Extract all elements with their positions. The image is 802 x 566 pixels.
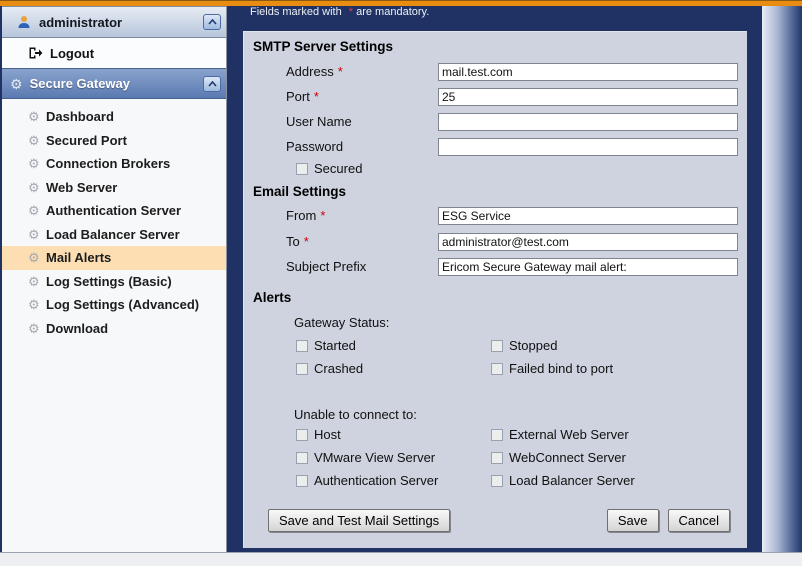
alerts-heading: Alerts xyxy=(253,290,292,305)
sidebar-item-connection-brokers[interactable]: ⚙ Connection Brokers xyxy=(2,152,226,176)
gear-icon: ⚙ xyxy=(28,297,40,313)
gear-icon: ⚙ xyxy=(28,320,40,336)
gear-icon: ⚙ xyxy=(10,75,23,92)
gear-icon: ⚙ xyxy=(28,203,40,219)
chevron-up-icon xyxy=(207,80,217,87)
logout-item[interactable]: Logout xyxy=(2,38,226,68)
app-window: administrator Logout ⚙ Secure Gateway ⚙ … xyxy=(0,0,802,566)
sidebar: administrator Logout ⚙ Secure Gateway ⚙ … xyxy=(2,6,227,552)
checkbox-stopped[interactable] xyxy=(491,339,503,352)
to-input[interactable] xyxy=(438,233,738,251)
save-and-test-button[interactable]: Save and Test Mail Settings xyxy=(268,509,451,532)
sidebar-item-mail-alerts[interactable]: ⚙ Mail Alerts xyxy=(2,246,226,270)
user-icon xyxy=(18,16,30,28)
unable-to-connect-label: Unable to connect to: xyxy=(294,407,417,422)
user-name-label: administrator xyxy=(39,14,123,30)
collapse-user-button[interactable] xyxy=(203,14,221,30)
secured-checkbox[interactable] xyxy=(296,162,308,175)
subject-prefix-label: Subject Prefix xyxy=(286,259,367,274)
checkbox-vmware-view-server[interactable] xyxy=(296,451,308,464)
checkbox-load-balancer-server[interactable] xyxy=(491,474,503,487)
sidebar-item-dashboard[interactable]: ⚙ Dashboard xyxy=(2,105,226,129)
checkbox-failed-bind[interactable] xyxy=(491,362,503,375)
username-input[interactable] xyxy=(438,113,738,131)
checkbox-external-web-server[interactable] xyxy=(491,428,503,441)
required-asterisk: * xyxy=(303,234,309,249)
gear-icon: ⚙ xyxy=(28,250,40,266)
address-input[interactable] xyxy=(438,63,738,81)
save-button[interactable]: Save xyxy=(606,509,659,532)
from-label: From * xyxy=(286,208,326,223)
gear-icon: ⚙ xyxy=(28,132,40,148)
checkbox-webconnect-server[interactable] xyxy=(491,451,503,464)
user-menu-header[interactable]: administrator xyxy=(2,6,226,38)
username-label: User Name xyxy=(286,114,352,129)
smtp-settings-heading: SMTP Server Settings xyxy=(253,39,394,54)
decorative-gradient xyxy=(762,6,802,552)
secure-gateway-header[interactable]: ⚙ Secure Gateway xyxy=(2,68,226,99)
sidebar-item-log-settings-basic[interactable]: ⚙ Log Settings (Basic) xyxy=(2,270,226,294)
secured-label: Secured xyxy=(314,161,363,176)
checkbox-authentication-server[interactable] xyxy=(296,474,308,487)
required-asterisk: * xyxy=(320,208,326,223)
gear-icon: ⚙ xyxy=(28,109,40,125)
gateway-status-label: Gateway Status: xyxy=(294,315,390,330)
password-label: Password xyxy=(286,139,344,154)
gear-icon: ⚙ xyxy=(28,273,40,289)
main-content: Fields marked with * are mandatory. SMTP… xyxy=(228,6,762,552)
logout-icon xyxy=(29,47,43,59)
cancel-button[interactable]: Cancel xyxy=(667,509,730,532)
email-settings-heading: Email Settings xyxy=(253,184,347,199)
required-asterisk: * xyxy=(313,89,319,104)
checkbox-host[interactable] xyxy=(296,428,308,441)
sidebar-item-log-settings-advanced[interactable]: ⚙ Log Settings (Advanced) xyxy=(2,293,226,317)
gear-icon: ⚙ xyxy=(28,226,40,242)
logout-label: Logout xyxy=(50,45,95,61)
group-label: Secure Gateway xyxy=(29,76,131,91)
sidebar-item-download[interactable]: ⚙ Download xyxy=(2,317,226,341)
subject-prefix-input[interactable] xyxy=(438,258,738,276)
sidebar-nav: ⚙ Dashboard ⚙ Secured Port ⚙ Connection Bro… xyxy=(2,99,226,340)
gear-icon: ⚙ xyxy=(28,179,40,195)
address-label: Address * xyxy=(286,64,343,79)
sidebar-item-authentication-server[interactable]: ⚙ Authentication Server xyxy=(2,199,226,223)
sidebar-item-load-balancer-server[interactable]: ⚙ Load Balancer Server xyxy=(2,223,226,247)
sidebar-item-web-server[interactable]: ⚙ Web Server xyxy=(2,176,226,200)
to-label: To * xyxy=(286,234,309,249)
button-row: Save and Test Mail Settings Save Cancel xyxy=(244,509,747,535)
required-asterisk: * xyxy=(337,64,343,79)
footer-bar xyxy=(0,552,802,566)
collapse-group-button[interactable] xyxy=(203,75,221,92)
from-input[interactable] xyxy=(438,207,738,225)
chevron-up-icon xyxy=(207,19,217,25)
checkbox-started[interactable] xyxy=(296,339,308,352)
checkbox-crashed[interactable] xyxy=(296,362,308,375)
sidebar-item-secured-port[interactable]: ⚙ Secured Port xyxy=(2,129,226,153)
port-label: Port * xyxy=(286,89,319,104)
password-input[interactable] xyxy=(438,138,738,156)
port-input[interactable] xyxy=(438,88,738,106)
settings-panel: SMTP Server Settings Address* Port* User… xyxy=(243,31,747,548)
gear-icon: ⚙ xyxy=(28,156,40,172)
mandatory-note: Fields marked with * are mandatory. xyxy=(250,6,430,18)
